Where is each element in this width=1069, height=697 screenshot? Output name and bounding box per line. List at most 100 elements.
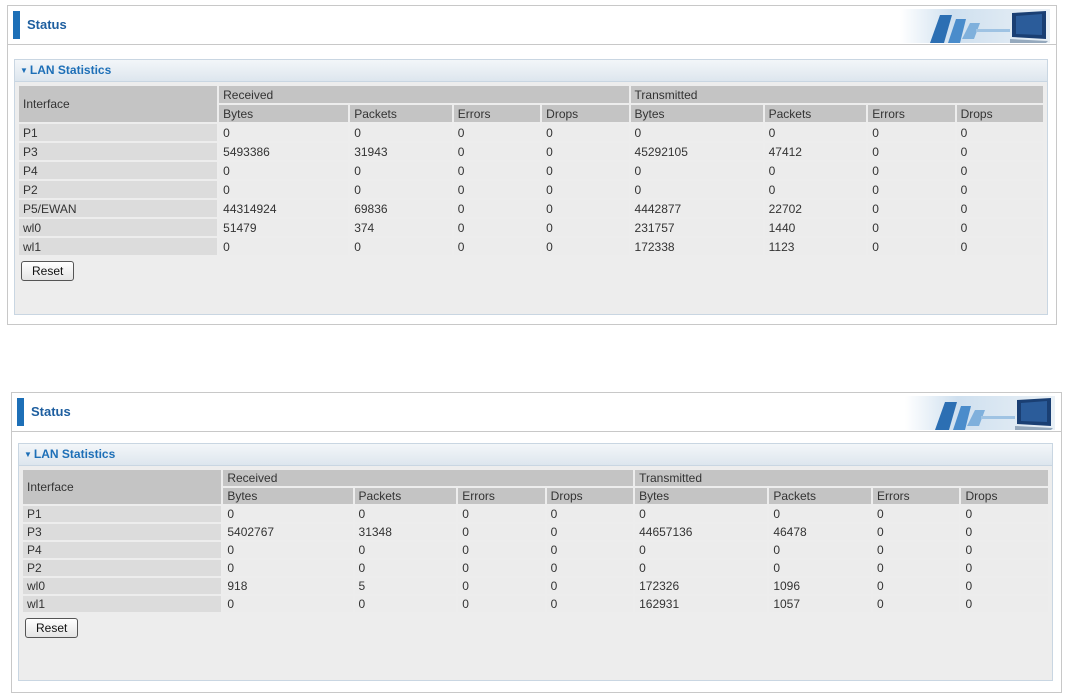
reset-button[interactable]: Reset [21,261,75,281]
received-packets-cell: 374 [350,219,452,236]
transmitted-drops-cell: 0 [956,238,1043,255]
received-errors-cell: 0 [453,162,541,179]
transmitted-packets-cell: 1057 [769,596,872,612]
status-header: Status [8,6,1056,45]
transmitted-errors-cell: 0 [873,596,960,612]
status-panel-1: Status ▼ LAN Statistics Interface Receiv… [7,5,1057,325]
computer-monitor-banner-icon [905,396,1055,430]
table-row: P5/EWAN 44314924 69836 0 0 4442877 22702 0 0 [19,200,1043,217]
received-packets-cell: 0 [350,238,452,255]
received-bytes-cell: 918 [223,578,353,594]
lan-statistics-header[interactable]: ▼ LAN Statistics [15,60,1047,82]
group-header-transmitted: Transmitted [635,470,1048,486]
column-header-interface: Interface [23,470,222,504]
transmitted-packets-cell: 0 [764,124,867,141]
interface-name-cell: wl0 [19,219,218,236]
transmitted-errors-cell: 0 [868,143,955,160]
transmitted-packets-cell: 0 [769,542,872,558]
received-errors-cell: 0 [458,596,545,612]
interface-name-cell: P5/EWAN [19,200,218,217]
transmitted-packets-cell: 1096 [769,578,872,594]
received-packets-cell: 0 [350,162,452,179]
transmitted-bytes-cell: 0 [635,542,768,558]
status-accent-bar [13,11,20,39]
received-packets-cell: 0 [354,560,457,576]
transmitted-packets-cell: 0 [769,560,872,576]
column-header-transmitted-drops: Drops [961,488,1048,504]
transmitted-drops-cell: 0 [956,219,1043,236]
table-row: P4 0 0 0 0 0 0 0 0 [23,542,1048,558]
received-packets-cell: 0 [350,124,452,141]
page-title: Status [31,404,71,419]
transmitted-bytes-cell: 0 [630,124,763,141]
transmitted-errors-cell: 0 [868,238,955,255]
transmitted-packets-cell: 0 [764,162,867,179]
column-header-received-errors: Errors [453,105,541,122]
transmitted-drops-cell: 0 [961,596,1048,612]
column-header-received-packets: Packets [350,105,452,122]
transmitted-bytes-cell: 172338 [630,238,763,255]
received-bytes-cell: 0 [219,124,349,141]
received-bytes-cell: 0 [219,181,349,198]
received-drops-cell: 0 [542,200,629,217]
received-errors-cell: 0 [453,181,541,198]
received-drops-cell: 0 [542,219,629,236]
column-header-transmitted-errors: Errors [868,105,955,122]
transmitted-drops-cell: 0 [956,162,1043,179]
group-header-transmitted: Transmitted [630,86,1043,103]
table-row: P4 0 0 0 0 0 0 0 0 [19,162,1043,179]
transmitted-drops-cell: 0 [961,506,1048,522]
received-errors-cell: 0 [453,238,541,255]
transmitted-errors-cell: 0 [873,578,960,594]
interface-name-cell: wl1 [23,596,222,612]
transmitted-bytes-cell: 0 [630,162,763,179]
received-packets-cell: 31943 [350,143,452,160]
transmitted-bytes-cell: 0 [635,560,768,576]
transmitted-errors-cell: 0 [873,560,960,576]
transmitted-bytes-cell: 0 [630,181,763,198]
received-packets-cell: 0 [354,596,457,612]
received-drops-cell: 0 [546,542,634,558]
column-header-transmitted-bytes: Bytes [630,105,763,122]
transmitted-errors-cell: 0 [868,124,955,141]
received-bytes-cell: 0 [223,560,353,576]
transmitted-errors-cell: 0 [873,506,960,522]
column-header-interface: Interface [19,86,218,122]
transmitted-packets-cell: 0 [769,506,872,522]
table-row: P2 0 0 0 0 0 0 0 0 [23,560,1048,576]
transmitted-errors-cell: 0 [873,542,960,558]
received-drops-cell: 0 [542,124,629,141]
lan-statistics-table: Interface Received Transmitted Bytes Pack… [17,84,1045,257]
transmitted-packets-cell: 47412 [764,143,867,160]
received-drops-cell: 0 [542,162,629,179]
group-header-received: Received [223,470,634,486]
received-errors-cell: 0 [453,124,541,141]
interface-name-cell: wl0 [23,578,222,594]
transmitted-drops-cell: 0 [961,542,1048,558]
received-drops-cell: 0 [546,578,634,594]
received-packets-cell: 0 [354,506,457,522]
table-row: wl1 0 0 0 0 172338 1123 0 0 [19,238,1043,255]
table-row: P2 0 0 0 0 0 0 0 0 [19,181,1043,198]
section-title: LAN Statistics [29,63,112,77]
received-packets-cell: 0 [350,181,452,198]
status-accent-bar [17,398,24,426]
section-title: LAN Statistics [33,447,116,461]
interface-name-cell: P3 [19,143,218,160]
table-row: P1 0 0 0 0 0 0 0 0 [23,506,1048,522]
transmitted-packets-cell: 0 [764,181,867,198]
transmitted-drops-cell: 0 [956,200,1043,217]
transmitted-errors-cell: 0 [873,524,960,540]
status-header: Status [12,393,1061,432]
table-row: P1 0 0 0 0 0 0 0 0 [19,124,1043,141]
received-drops-cell: 0 [546,524,634,540]
table-row: P3 5493386 31943 0 0 45292105 47412 0 0 [19,143,1043,160]
reset-button[interactable]: Reset [25,618,79,638]
column-header-transmitted-bytes: Bytes [635,488,768,504]
lan-statistics-header[interactable]: ▼ LAN Statistics [19,444,1052,466]
transmitted-packets-cell: 1440 [764,219,867,236]
transmitted-bytes-cell: 4442877 [630,200,763,217]
transmitted-bytes-cell: 231757 [630,219,763,236]
received-bytes-cell: 5402767 [223,524,353,540]
column-header-received-drops: Drops [542,105,629,122]
